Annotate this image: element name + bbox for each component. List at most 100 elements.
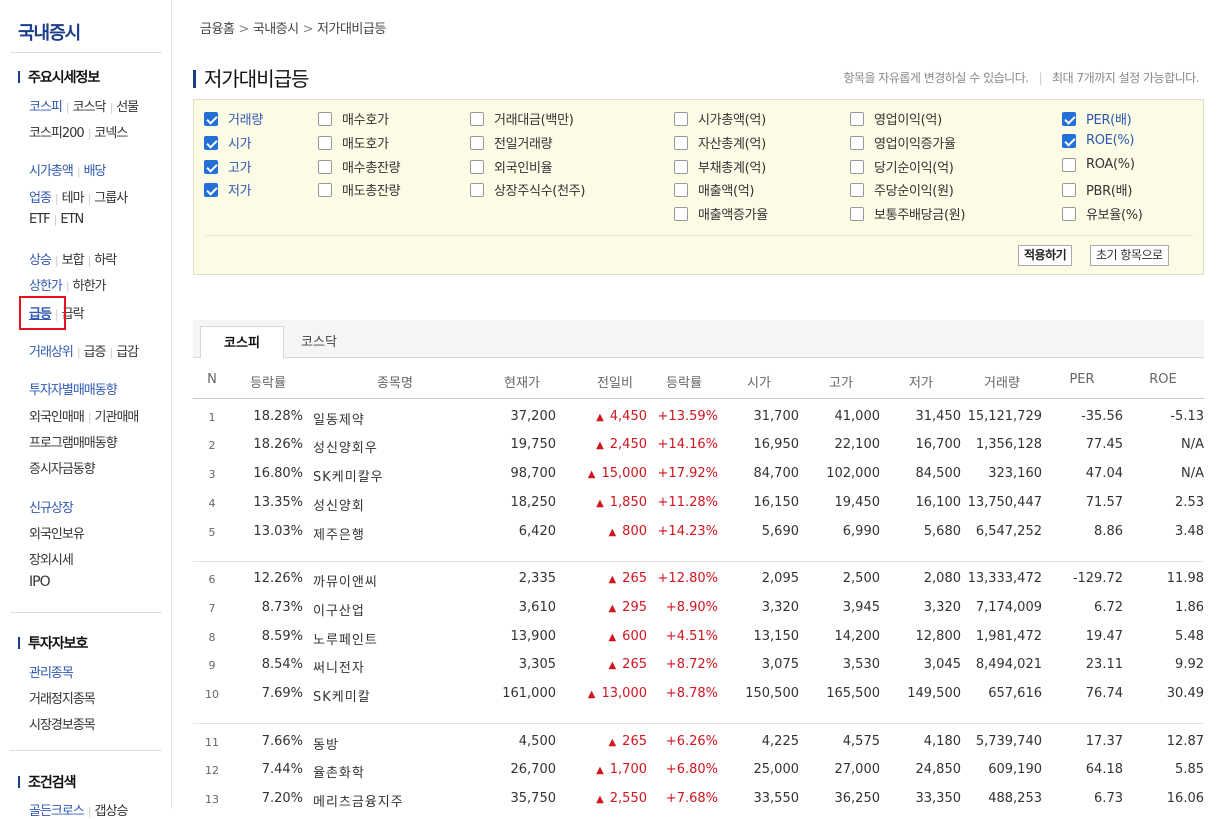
checkbox-unchecked-icon[interactable] xyxy=(674,111,688,126)
checkbox-unchecked-icon[interactable] xyxy=(470,135,484,150)
sidebar-item-otc[interactable]: 장외시세 xyxy=(29,553,74,568)
option-checkbox[interactable]: 저가 xyxy=(204,180,252,199)
checkbox-checked-icon[interactable] xyxy=(1062,111,1076,126)
cell-col-name[interactable]: 까뮤이앤씨 xyxy=(313,571,378,590)
option-checkbox[interactable]: 매출액증가율 xyxy=(674,204,768,223)
sidebar-item-foreign-trading[interactable]: 외국인매매 xyxy=(29,410,85,425)
checkbox-checked-icon[interactable] xyxy=(204,159,218,174)
option-checkbox[interactable]: 영업이익증가율 xyxy=(850,133,956,152)
cell-col-name[interactable]: 제주은행 xyxy=(313,524,365,543)
checkbox-unchecked-icon[interactable] xyxy=(470,182,484,197)
checkbox-unchecked-icon[interactable] xyxy=(674,182,688,197)
sidebar-item-theme[interactable]: 테마 xyxy=(62,191,85,206)
sidebar-item-program-trading[interactable]: 프로그램매매동향 xyxy=(29,436,118,451)
option-checkbox[interactable]: 상장주식수(천주) xyxy=(470,180,585,199)
option-checkbox[interactable]: 매수총잔량 xyxy=(318,157,401,176)
option-checkbox[interactable]: PER(배) xyxy=(1062,109,1132,128)
section-head-condition-search[interactable]: 조건검색 xyxy=(18,772,77,792)
checkbox-unchecked-icon[interactable] xyxy=(850,182,864,197)
reset-button[interactable]: 초기 항목으로 xyxy=(1090,245,1169,266)
option-checkbox[interactable]: 매도호가 xyxy=(318,133,389,152)
sidebar-item-etn[interactable]: ETN xyxy=(60,212,84,227)
checkbox-unchecked-icon[interactable] xyxy=(674,159,688,174)
sidebar-item-foreign-holding[interactable]: 외국인보유 xyxy=(29,527,85,542)
cell-col-name[interactable]: SK케미칼우 xyxy=(313,466,384,485)
checkbox-checked-icon[interactable] xyxy=(1062,133,1076,148)
cell-col-name[interactable]: SK케미칼 xyxy=(313,686,371,705)
option-checkbox[interactable]: 자산총계(억) xyxy=(674,133,766,152)
cell-col-name[interactable]: 써니전자 xyxy=(313,657,365,676)
sidebar-item-ipo[interactable]: IPO xyxy=(29,574,51,590)
checkbox-unchecked-icon[interactable] xyxy=(318,135,332,150)
checkbox-unchecked-icon[interactable] xyxy=(850,135,864,150)
option-checkbox[interactable]: 거래대금(백만) xyxy=(470,109,574,128)
sidebar-item-top-volume[interactable]: 거래상위 xyxy=(29,345,74,360)
sidebar-item-vol-surge[interactable]: 급증 xyxy=(84,345,107,360)
checkbox-unchecked-icon[interactable] xyxy=(674,135,688,150)
sidebar-item-flat[interactable]: 보합 xyxy=(62,253,85,268)
breadcrumb-item[interactable]: 금융홈 xyxy=(200,22,235,37)
sidebar-item-konex[interactable]: 코넥스 xyxy=(94,126,128,141)
sidebar-item-fall[interactable]: 하락 xyxy=(94,253,117,268)
checkbox-unchecked-icon[interactable] xyxy=(318,111,332,126)
checkbox-unchecked-icon[interactable] xyxy=(850,206,864,221)
cell-col-name[interactable]: 일동제약 xyxy=(313,409,365,428)
sidebar-item-kospi200[interactable]: 코스피200 xyxy=(29,126,85,141)
option-checkbox[interactable]: 전일거래량 xyxy=(470,133,553,152)
option-checkbox[interactable]: 매수호가 xyxy=(318,109,389,128)
cell-col-name[interactable]: 성신양회 xyxy=(313,495,365,514)
option-checkbox[interactable]: 보통주배당금(원) xyxy=(850,204,965,223)
checkbox-unchecked-icon[interactable] xyxy=(318,182,332,197)
checkbox-unchecked-icon[interactable] xyxy=(1062,206,1076,221)
checkbox-unchecked-icon[interactable] xyxy=(1062,182,1076,197)
checkbox-unchecked-icon[interactable] xyxy=(850,111,864,126)
checkbox-unchecked-icon[interactable] xyxy=(850,159,864,174)
sidebar-item-market-cap[interactable]: 시가총액 xyxy=(29,164,74,179)
option-checkbox[interactable]: 매출액(억) xyxy=(674,180,754,199)
sidebar-item-investor-trading[interactable]: 투자자별매매동향 xyxy=(29,383,118,398)
sidebar-title[interactable]: 국내증시 xyxy=(18,19,81,45)
sidebar-item-suspended[interactable]: 거래정지종목 xyxy=(29,692,96,707)
sidebar-item-etf[interactable]: ETF xyxy=(29,212,51,227)
option-checkbox[interactable]: 고가 xyxy=(204,157,252,176)
option-checkbox[interactable]: 영업이익(억) xyxy=(850,109,942,128)
cell-col-name[interactable]: 메리츠금융지주 xyxy=(313,791,404,810)
option-checkbox[interactable]: 매도총잔량 xyxy=(318,180,401,199)
option-checkbox[interactable]: 외국인비율 xyxy=(470,157,553,176)
option-checkbox[interactable]: 유보율(%) xyxy=(1062,204,1143,223)
option-checkbox[interactable]: 부채총계(억) xyxy=(674,157,766,176)
section-head-main-quotes[interactable]: 주요시세정보 xyxy=(18,67,100,87)
checkbox-checked-icon[interactable] xyxy=(204,111,218,126)
cell-col-name[interactable]: 율촌화학 xyxy=(313,762,365,781)
sidebar-item-deposit-trend[interactable]: 증시자금동향 xyxy=(29,462,96,477)
sidebar-item-new-listing[interactable]: 신규상장 xyxy=(29,501,74,516)
apply-button[interactable]: 적용하기 xyxy=(1018,245,1073,266)
sidebar-item-futures[interactable]: 선물 xyxy=(116,100,139,115)
sidebar-item-sector[interactable]: 업종 xyxy=(29,191,52,206)
sidebar-item-upper-limit[interactable]: 상한가 xyxy=(29,279,63,294)
sidebar-item-group[interactable]: 그룹사 xyxy=(94,191,128,206)
tab-kosdaq[interactable]: 코스닥 xyxy=(284,326,354,359)
checkbox-unchecked-icon[interactable] xyxy=(470,111,484,126)
breadcrumb-item[interactable]: 국내증시 xyxy=(253,22,299,37)
checkbox-checked-icon[interactable] xyxy=(204,182,218,197)
sidebar-item-institution-trading[interactable]: 기관매매 xyxy=(95,410,140,425)
option-checkbox[interactable]: 주당순이익(원) xyxy=(850,180,954,199)
sidebar-item-rise[interactable]: 상승 xyxy=(29,253,52,268)
sidebar-item-vol-drop[interactable]: 급감 xyxy=(116,345,139,360)
sidebar-item-kosdaq[interactable]: 코스닥 xyxy=(73,100,107,115)
checkbox-unchecked-icon[interactable] xyxy=(1062,157,1076,172)
checkbox-unchecked-icon[interactable] xyxy=(318,159,332,174)
section-head-investor-protection[interactable]: 투자자보호 xyxy=(18,633,88,653)
checkbox-unchecked-icon[interactable] xyxy=(674,206,688,221)
sidebar-item-dividend[interactable]: 배당 xyxy=(84,164,107,179)
option-checkbox[interactable]: 거래량 xyxy=(204,109,263,128)
option-checkbox[interactable]: PBR(배) xyxy=(1062,180,1132,199)
sidebar-item-lower-limit[interactable]: 하한가 xyxy=(73,279,107,294)
option-checkbox[interactable]: 시가 xyxy=(204,133,252,152)
option-checkbox[interactable]: 당기순이익(억) xyxy=(850,157,954,176)
sidebar-item-golden-cross[interactable]: 골든크로스 xyxy=(29,804,85,819)
tab-kospi[interactable]: 코스피 xyxy=(200,326,284,359)
sidebar-item-gap[interactable]: 갭상승 xyxy=(95,804,129,819)
sidebar-item-managed[interactable]: 관리종목 xyxy=(29,666,74,681)
